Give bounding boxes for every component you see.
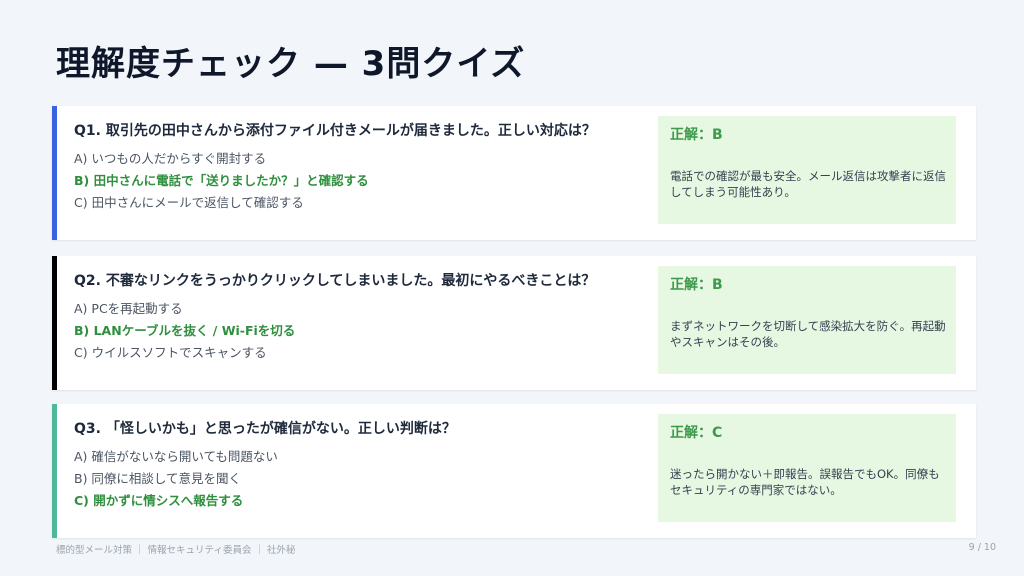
answer-explanation: 迷ったら開かない＋即報告。誤報告でもOK。同僚もセキュリティの専門家ではない。: [670, 467, 940, 497]
footer-text: 標的型メール対策 ｜ 情報セキュリティ委員会 ｜ 社外秘: [56, 545, 296, 556]
quiz-card-q2: Q2. 不審なリンクをうっかりクリックしてしまいました。最初にやるべきことは？ …: [52, 256, 976, 390]
answer-label: 正解：B: [670, 127, 723, 143]
options-list: A) 確信がないなら開いても問題ない B) 同僚に相談して意見を聞く C) 開か…: [74, 446, 278, 512]
answer-explanation: まずネットワークを切断して感染拡大を防ぐ。再起動やスキャンはその後。: [670, 319, 946, 349]
card-accent-bar: [52, 404, 57, 538]
answer-box: 正解：B まずネットワークを切断して感染拡大を防ぐ。再起動やスキャンはその後。: [658, 266, 956, 374]
answer-box: 正解：B 電話での確認が最も安全。メール返信は攻撃者に返信してしまう可能性あり。: [658, 116, 956, 224]
answer-label: 正解：B: [670, 277, 723, 293]
answer-label: 正解：C: [670, 425, 723, 441]
page-number: 9 / 10: [968, 542, 996, 553]
option-a: A) 確信がないなら開いても問題ない: [74, 449, 278, 464]
answer-box: 正解：C 迷ったら開かない＋即報告。誤報告でもOK。同僚もセキュリティの専門家で…: [658, 414, 956, 522]
option-c: C) 田中さんにメールで返信して確認する: [74, 195, 304, 210]
option-b-correct: B) LANケーブルを抜く / Wi-Fiを切る: [74, 323, 296, 338]
option-c-correct: C) 開かずに情シスへ報告する: [74, 493, 244, 508]
option-b-correct: B) 田中さんに電話で「送りましたか？」と確認する: [74, 173, 369, 188]
options-list: A) いつもの人だからすぐ開封する B) 田中さんに電話で「送りましたか？」と確…: [74, 148, 369, 214]
option-a: A) PCを再起動する: [74, 301, 183, 316]
quiz-card-q3: Q3. 「怪しいかも」と思ったが確信がない。正しい判断は？ A) 確信がないなら…: [52, 404, 976, 538]
options-list: A) PCを再起動する B) LANケーブルを抜く / Wi-Fiを切る C) …: [74, 298, 295, 364]
option-c: C) ウイルスソフトでスキャンする: [74, 345, 267, 360]
card-accent-bar: [52, 106, 57, 240]
question-text: Q3. 「怪しいかも」と思ったが確信がない。正しい判断は？: [74, 421, 456, 437]
slide-title: 理解度チェック — 3問クイズ: [56, 44, 526, 84]
slide: 理解度チェック — 3問クイズ Q1. 取引先の田中さんから添付ファイル付きメー…: [0, 0, 1024, 576]
answer-explanation: 電話での確認が最も安全。メール返信は攻撃者に返信してしまう可能性あり。: [670, 169, 946, 199]
quiz-card-q1: Q1. 取引先の田中さんから添付ファイル付きメールが届きました。正しい対応は？ …: [52, 106, 976, 240]
question-text: Q1. 取引先の田中さんから添付ファイル付きメールが届きました。正しい対応は？: [74, 123, 596, 139]
option-b: B) 同僚に相談して意見を聞く: [74, 471, 242, 486]
question-text: Q2. 不審なリンクをうっかりクリックしてしまいました。最初にやるべきことは？: [74, 273, 596, 289]
card-accent-bar: [52, 256, 57, 390]
option-a: A) いつもの人だからすぐ開封する: [74, 151, 267, 166]
